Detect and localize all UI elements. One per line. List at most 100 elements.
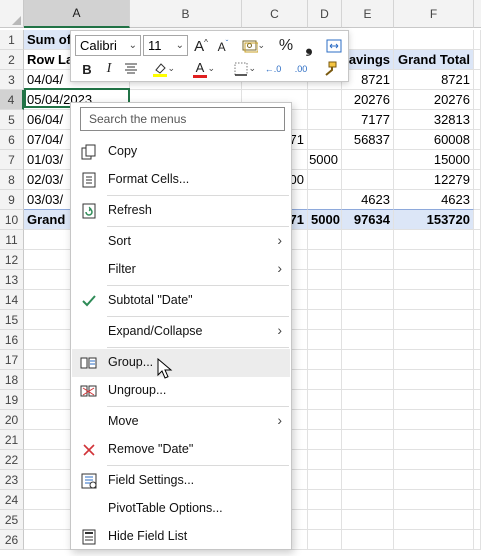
row-header[interactable]: 1 [0, 30, 24, 50]
cell-f7[interactable]: 15000 [394, 150, 474, 170]
grid-cell[interactable] [308, 170, 342, 190]
column-header-f[interactable]: F [394, 0, 474, 28]
column-header-b[interactable]: B [130, 0, 242, 28]
grid-cell[interactable] [474, 130, 481, 150]
grid-cell[interactable] [342, 150, 394, 170]
row-header[interactable]: 6 [0, 130, 24, 150]
cell-d10[interactable]: 5000 [308, 209, 342, 230]
grid-cell[interactable] [394, 330, 474, 350]
font-name-combo[interactable]: Calibri ⌄ [75, 35, 141, 56]
grid-cell[interactable] [474, 530, 481, 550]
grid-cell[interactable] [394, 390, 474, 410]
grid-cell[interactable] [308, 290, 342, 310]
menu-item-field-settings[interactable]: Field Settings... [72, 467, 290, 495]
cell-f9[interactable]: 4623 [394, 190, 474, 210]
grid-cell[interactable] [342, 30, 394, 50]
cell-e2[interactable]: avings [342, 50, 394, 70]
grid-cell[interactable] [342, 370, 394, 390]
bold-button[interactable]: B [77, 58, 97, 80]
grid-cell[interactable] [474, 510, 481, 530]
menu-item-copy[interactable]: Copy [72, 138, 290, 166]
grid-cell[interactable] [474, 50, 481, 70]
grid-cell[interactable] [308, 130, 342, 150]
grid-cell[interactable] [474, 390, 481, 410]
cell-f6[interactable]: 60008 [394, 130, 474, 150]
menu-item-pivottable-options[interactable]: PivotTable Options... [72, 495, 290, 523]
grid-cell[interactable] [342, 530, 394, 550]
row-header[interactable]: 20 [0, 410, 24, 430]
grid-cell[interactable] [308, 230, 342, 250]
decrease-font-size-button[interactable]: Aˇ [213, 35, 233, 57]
row-header[interactable]: 19 [0, 390, 24, 410]
grid-cell[interactable] [394, 370, 474, 390]
grid-cell[interactable] [394, 310, 474, 330]
menu-item-subtotal-date[interactable]: Subtotal "Date" [72, 287, 290, 315]
grid-cell[interactable] [394, 290, 474, 310]
grid-cell[interactable] [394, 350, 474, 370]
grid-cell[interactable] [474, 90, 481, 110]
grid-cell[interactable] [342, 230, 394, 250]
font-size-combo[interactable]: 11 ⌄ [143, 35, 188, 56]
grid-cell[interactable] [342, 330, 394, 350]
row-header[interactable]: 10 [0, 210, 24, 230]
grid-cell[interactable] [474, 270, 481, 290]
menu-item-format-cells[interactable]: Format Cells... [72, 166, 290, 194]
grid-cell[interactable] [308, 310, 342, 330]
grid-cell[interactable] [394, 430, 474, 450]
grid-cell[interactable] [474, 310, 481, 330]
grid-cell[interactable] [308, 110, 342, 130]
row-header[interactable]: 7 [0, 150, 24, 170]
row-header[interactable]: 17 [0, 350, 24, 370]
grid-cell[interactable] [308, 370, 342, 390]
grid-cell[interactable] [308, 530, 342, 550]
menu-item-refresh[interactable]: Refresh [72, 197, 290, 225]
grid-cell[interactable] [308, 490, 342, 510]
grid-cell[interactable] [342, 410, 394, 430]
column-header-g[interactable] [474, 0, 481, 28]
grid-cell[interactable] [308, 330, 342, 350]
grid-cell[interactable] [394, 470, 474, 490]
increase-font-size-button[interactable]: A^ [191, 35, 211, 57]
cell-e4[interactable]: 20276 [342, 90, 394, 110]
grid-cell[interactable] [474, 450, 481, 470]
italic-button[interactable]: I [99, 58, 119, 80]
cell-d7[interactable]: 5000 [308, 150, 342, 170]
font-color-button[interactable]: A ⌄ [185, 58, 215, 80]
cell-f4[interactable]: 20276 [394, 90, 474, 110]
grid-cell[interactable] [394, 530, 474, 550]
grid-cell[interactable] [342, 510, 394, 530]
grid-cell[interactable] [394, 250, 474, 270]
grid-cell[interactable] [474, 110, 481, 130]
row-header[interactable]: 25 [0, 510, 24, 530]
grid-cell[interactable] [394, 30, 474, 50]
grid-cell[interactable] [394, 490, 474, 510]
row-header[interactable]: 26 [0, 530, 24, 550]
grid-cell[interactable] [342, 310, 394, 330]
row-header[interactable]: 24 [0, 490, 24, 510]
merge-center-button[interactable] [324, 35, 344, 57]
row-header[interactable]: 12 [0, 250, 24, 270]
row-header[interactable]: 18 [0, 370, 24, 390]
grid-cell[interactable] [342, 470, 394, 490]
borders-button[interactable]: ⌄ [226, 58, 256, 80]
grid-cell[interactable] [474, 190, 481, 210]
percent-style-button[interactable]: % [276, 35, 296, 57]
row-header[interactable]: 13 [0, 270, 24, 290]
grid-cell[interactable] [342, 250, 394, 270]
grid-cell[interactable] [342, 270, 394, 290]
format-painter-button[interactable] [317, 58, 341, 80]
grid-cell[interactable] [342, 350, 394, 370]
grid-cell[interactable] [474, 70, 481, 90]
search-menus-input[interactable]: Search the menus [80, 107, 285, 131]
grid-cell[interactable] [308, 190, 342, 210]
cell-f5[interactable]: 32813 [394, 110, 474, 130]
cell-f3[interactable]: 8721 [394, 70, 474, 90]
grid-cell[interactable] [308, 390, 342, 410]
cell-e6[interactable]: 56837 [342, 130, 394, 150]
grid-cell[interactable] [474, 230, 481, 250]
grid-cell[interactable] [474, 290, 481, 310]
menu-item-remove-date[interactable]: Remove "Date" [72, 436, 290, 464]
menu-item-filter[interactable]: Filter › [72, 256, 290, 284]
select-all-corner[interactable] [0, 0, 24, 28]
menu-item-hide-field-list[interactable]: Hide Field List [72, 523, 290, 551]
